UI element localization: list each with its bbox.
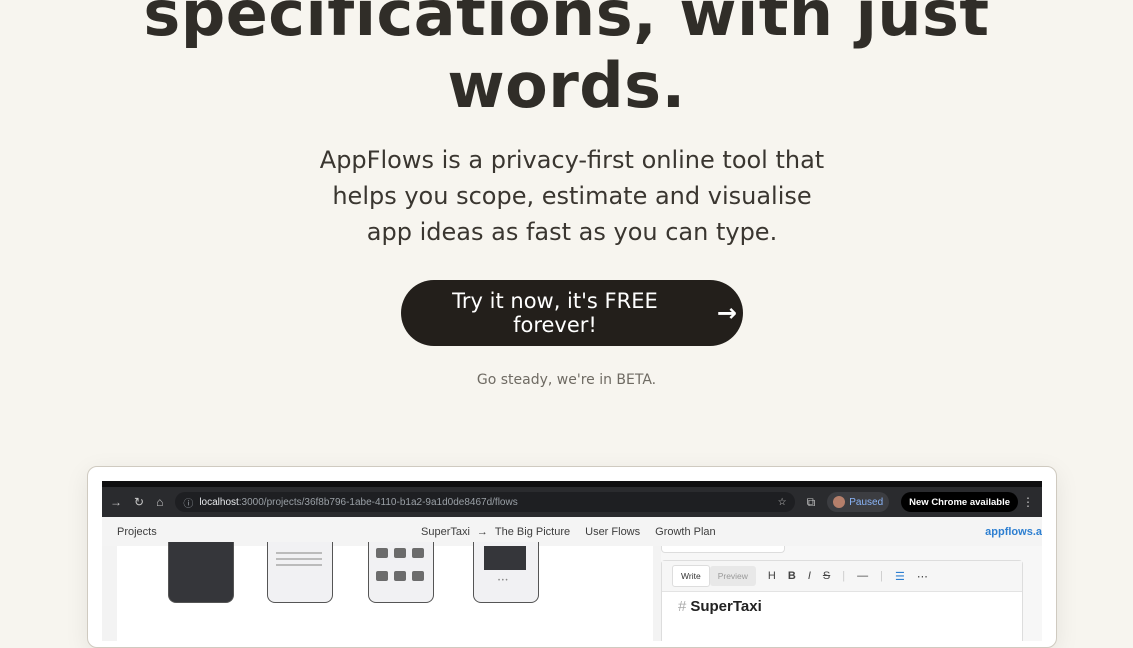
bold-icon[interactable]: B	[788, 570, 796, 582]
bullet-list-icon[interactable]: ☰	[895, 570, 905, 583]
document-heading[interactable]: # SuperTaxi	[662, 592, 1022, 621]
heading-hash: #	[678, 598, 687, 615]
headline-line-1: specifications, with just	[143, 0, 990, 50]
browser-address-bar: → ↻ ⌂ ⓘ localhost:3000/projects/36f8b796…	[102, 487, 1042, 517]
beta-note: Go steady, we're in BETA.	[476, 372, 657, 388]
kebab-menu-icon[interactable]: ⋮	[1022, 495, 1034, 509]
phone-mockup[interactable]	[368, 542, 434, 603]
profile-status: Paused	[849, 496, 884, 508]
flow-canvas[interactable]: • • •	[117, 542, 653, 641]
phone-mockup[interactable]	[168, 542, 234, 603]
app-navbar: Projects SuperTaxi → The Big Picture Use…	[102, 517, 1042, 546]
italic-icon[interactable]: I	[808, 570, 811, 582]
doc-title: SuperTaxi	[690, 598, 762, 615]
url-host: localhost	[199, 496, 239, 508]
tab-user-flows[interactable]: User Flows	[585, 526, 640, 538]
tab-write[interactable]: Write	[672, 565, 710, 587]
tab-growth-plan[interactable]: Growth Plan	[655, 526, 716, 538]
editor-toolbar: Write Preview H B I S | — | ☰ ⋯	[662, 561, 1022, 592]
profile-button[interactable]: Paused	[827, 492, 890, 512]
try-it-now-button[interactable]: Try it now, it's FREE forever! →	[401, 280, 743, 346]
breadcrumb: SuperTaxi → The Big Picture User Flows G…	[421, 526, 716, 538]
site-info-icon[interactable]: ⓘ	[183, 495, 193, 510]
strikethrough-icon[interactable]: S	[823, 570, 830, 582]
markdown-editor: Write Preview H B I S | — | ☰ ⋯ # SuperTa…	[661, 546, 1042, 641]
editor-card: Write Preview H B I S | — | ☰ ⋯ # SuperTa…	[661, 560, 1023, 641]
editor-top-panel	[661, 546, 785, 553]
hero-subtitle: AppFlows is a privacy-first online tool …	[319, 146, 825, 246]
divider: |	[842, 570, 846, 582]
nav-projects[interactable]: Projects	[117, 526, 157, 538]
tab-preview[interactable]: Preview	[709, 566, 756, 586]
hero-headline: specifications, with just words.	[0, 0, 1133, 122]
tab-big-picture[interactable]: The Big Picture	[495, 526, 570, 538]
url-path: :3000/projects/36f8b796-1abe-4110-b1a2-9…	[238, 496, 518, 508]
update-notice-label: New Chrome available	[909, 496, 1010, 508]
browser-preview: → ↻ ⌂ ⓘ localhost:3000/projects/36f8b796…	[102, 481, 1042, 641]
arrow-right-icon: →	[716, 299, 737, 327]
headline-line-2: words.	[447, 49, 686, 122]
bookmark-star-icon[interactable]: ☆	[778, 497, 787, 508]
url-field[interactable]: ⓘ localhost:3000/projects/36f8b796-1abe-…	[175, 492, 795, 512]
heading-icon[interactable]: H	[768, 570, 776, 582]
phone-mockup[interactable]: • • •	[473, 542, 539, 603]
phone-mockup[interactable]	[267, 542, 333, 603]
avatar	[833, 496, 846, 508]
project-name[interactable]: SuperTaxi	[421, 526, 470, 538]
workspace: • • • Write Preview H B I S | — | ☰ ⋯ # …	[102, 542, 1042, 641]
horizontal-rule-icon[interactable]: —	[857, 570, 868, 582]
breadcrumb-arrow-icon: →	[476, 525, 488, 538]
home-icon[interactable]: ⌂	[156, 495, 163, 509]
reload-icon[interactable]: ↻	[134, 495, 144, 509]
forward-icon[interactable]: →	[110, 495, 122, 509]
cta-label: Try it now, it's FREE forever!	[452, 289, 658, 337]
update-chrome-button[interactable]: New Chrome available	[901, 492, 1018, 512]
brand-logo[interactable]: appflows.a	[985, 526, 1042, 538]
divider: |	[880, 570, 883, 582]
more-options-icon[interactable]: ⋯	[917, 570, 928, 583]
extensions-icon[interactable]: ⧉	[807, 495, 816, 510]
